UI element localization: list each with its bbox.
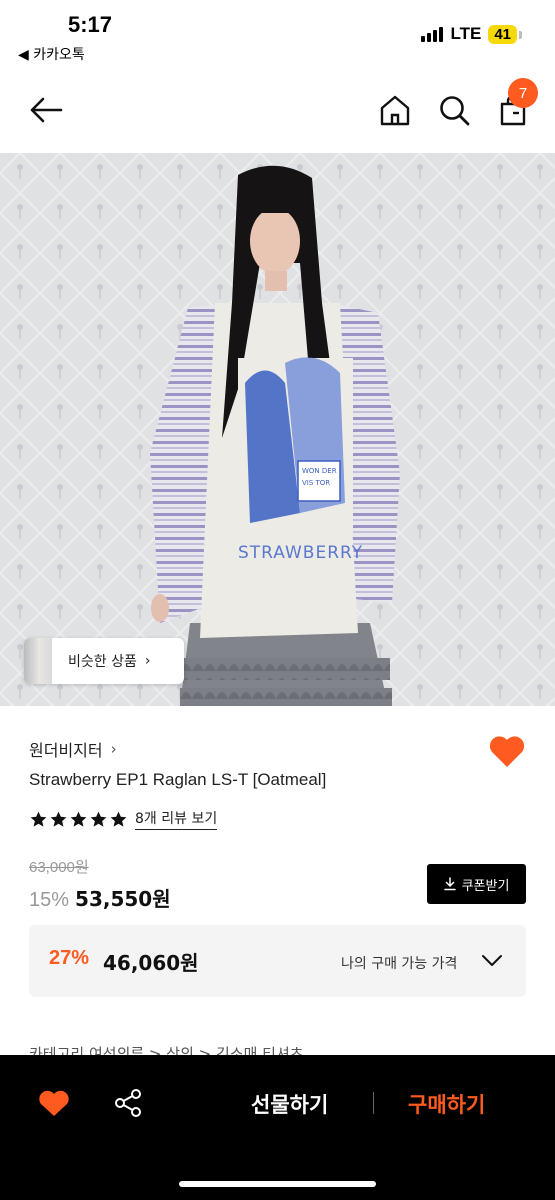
my-price-label: 나의 구매 가능 가격: [341, 956, 458, 972]
coupon-button[interactable]: 쿠폰받기: [427, 864, 526, 904]
product-image[interactable]: WON DER VIS TOR STRAWBERRY: [0, 153, 555, 706]
product-page: 5:17 ◀ 카카오톡 LTE 41 7 WON DER VIS TOR STR…: [0, 0, 555, 1200]
my-price-panel[interactable]: 27% 46,060원 나의 구매 가능 가격: [29, 925, 526, 997]
back-to-app-link[interactable]: ◀ 카카오톡: [18, 44, 85, 64]
coupon-label: 쿠폰받기: [461, 878, 510, 894]
star-icon: [110, 811, 127, 827]
original-price: 63,000원: [29, 859, 89, 876]
similar-products-button[interactable]: 비슷한 상품 ›: [24, 638, 184, 684]
rating-stars: [29, 810, 128, 829]
status-time: 5:17: [68, 12, 113, 37]
review-link[interactable]: 8개 리뷰 보기: [135, 808, 218, 830]
brand-link[interactable]: 원더비지터 ›: [29, 737, 117, 761]
discount-rate: 15%: [29, 889, 70, 911]
similar-thumbnail: [24, 638, 52, 684]
chevron-right-icon: ›: [110, 740, 117, 758]
buy-button[interactable]: 구매하기: [408, 1089, 485, 1119]
shirt-tag-text: WON DER: [302, 467, 337, 475]
my-discount-rate: 27%: [49, 947, 90, 969]
divider: [373, 1092, 374, 1114]
rating-row: 8개 리뷰 보기: [29, 808, 218, 830]
signal-icon: [421, 26, 444, 42]
status-bar: 5:17 ◀ 카카오톡 LTE 41: [0, 0, 555, 70]
my-price: 46,060원: [103, 951, 199, 975]
search-icon[interactable]: [437, 93, 471, 127]
battery-icon: 41: [488, 24, 522, 44]
price-row: 15% 53,550원: [29, 883, 171, 912]
heart-icon[interactable]: [38, 1088, 70, 1118]
similar-products-label: 비슷한 상품: [68, 654, 137, 670]
cart-count-badge: 7: [508, 78, 538, 108]
home-indicator[interactable]: [179, 1181, 376, 1187]
status-indicators: LTE 41: [421, 24, 522, 44]
home-icon[interactable]: [378, 93, 412, 127]
chevron-right-icon: ›: [144, 653, 151, 669]
star-icon: [70, 811, 87, 827]
download-icon: [443, 877, 456, 891]
svg-text:VIS TOR: VIS TOR: [302, 479, 330, 487]
gift-button[interactable]: 선물하기: [251, 1089, 328, 1119]
star-icon: [90, 811, 107, 827]
back-arrow-icon[interactable]: [28, 94, 64, 126]
product-title: Strawberry EP1 Raglan LS-T [Oatmeal]: [29, 770, 327, 789]
sale-price: 53,550원: [75, 887, 171, 911]
star-icon: [50, 811, 67, 827]
chevron-down-icon: [482, 955, 502, 966]
top-nav: [0, 80, 555, 140]
shirt-print-text: STRAWBERRY: [238, 543, 363, 563]
brand-name: 원더비지터: [29, 741, 103, 760]
product-photo: WON DER VIS TOR STRAWBERRY: [0, 153, 555, 706]
bottom-action-bar: 선물하기 구매하기: [0, 1055, 555, 1200]
network-label: LTE: [450, 24, 482, 43]
star-icon: [30, 811, 47, 827]
share-icon[interactable]: [113, 1088, 143, 1118]
heart-icon[interactable]: [488, 733, 526, 769]
